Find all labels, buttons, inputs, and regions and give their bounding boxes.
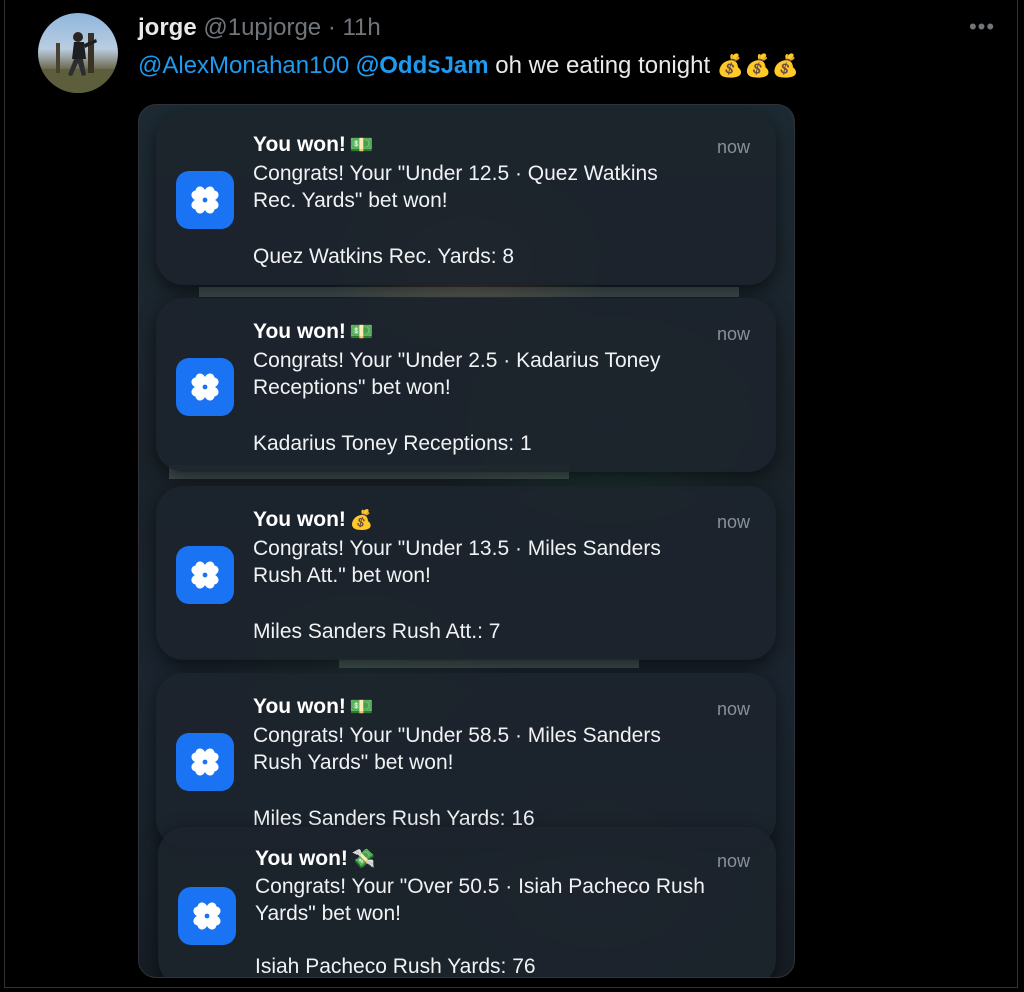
notification-body-line: Congrats! Your "Under 13.5 · Miles Sande…: [253, 537, 661, 560]
app-icon: [176, 546, 234, 604]
more-horizontal-icon[interactable]: •••: [967, 14, 997, 44]
notification-body-line: Rec. Yards" bet won!: [253, 189, 448, 212]
tweet-media-image[interactable]: You won! 💵 now Congrats! Your "Under 12.5…: [138, 104, 795, 978]
notification-time: now: [716, 699, 750, 719]
display-name[interactable]: jorge: [138, 14, 197, 41]
notification-time: now: [716, 137, 750, 157]
app-icon: [178, 887, 236, 945]
user-handle[interactable]: @1upjorge: [203, 14, 321, 41]
tweet-container: jorge @1upjorge · 11h ••• @AlexMonahan10…: [4, 0, 1018, 988]
notification-body: Congrats! Your "Under 12.5 · Quez Watkin…: [253, 160, 723, 214]
money-bag-emojis: 💰💰💰: [716, 53, 799, 78]
notification-time: now: [716, 512, 750, 532]
mention-alexmonahan[interactable]: @AlexMonahan100: [138, 52, 349, 79]
clover-icon: [191, 373, 219, 401]
notification-title: You won! 💵: [253, 320, 374, 344]
app-icon: [176, 171, 234, 229]
money-bag-emoji: 💰: [349, 510, 374, 531]
separator-dot: ·: [327, 14, 336, 41]
notification-result: Isiah Pacheco Rush Yards: 76: [255, 955, 536, 978]
notification-body: Congrats! Your "Under 58.5 · Miles Sande…: [253, 722, 723, 776]
notification-body: Congrats! Your "Under 2.5 · Kadarius Ton…: [253, 347, 723, 401]
notification-card[interactable]: You won! 💸 now Congrats! Your "Over 50.5 …: [158, 827, 776, 978]
notification-title-text: You won!: [253, 320, 346, 343]
tweet-body-text: oh we eating tonight: [495, 52, 711, 79]
notification-title-text: You won!: [253, 695, 346, 718]
tweet-text: @AlexMonahan100 @OddsJam oh we eating to…: [138, 52, 799, 80]
notification-body-line: Rush Att." bet won!: [253, 564, 431, 587]
notification-body-line: Congrats! Your "Over 50.5 · Isiah Pachec…: [255, 875, 705, 898]
notification-time: now: [716, 851, 750, 871]
app-icon: [176, 733, 234, 791]
notification-card[interactable]: You won! 💵 now Congrats! Your "Under 12.5…: [156, 111, 776, 285]
clover-icon: [191, 186, 219, 214]
avatar-photo-icon: [38, 32, 118, 93]
clover-icon: [193, 902, 221, 930]
app-icon: [176, 358, 234, 416]
notification-title-text: You won!: [253, 133, 346, 156]
notification-card[interactable]: You won! 💰 now Congrats! Your "Under 13.5…: [156, 486, 776, 660]
notification-body-line: Receptions" bet won!: [253, 376, 451, 399]
notification-title-text: You won!: [253, 508, 346, 531]
notification-title: You won! 💸: [255, 847, 376, 871]
notification-title-text: You won!: [255, 847, 348, 870]
tweet-header: jorge @1upjorge · 11h: [138, 14, 381, 42]
background-stripe: [199, 287, 739, 297]
mention-oddsjam[interactable]: @OddsJam: [356, 52, 489, 79]
clover-icon: [191, 561, 219, 589]
notification-result: Quez Watkins Rec. Yards: 8: [253, 245, 515, 268]
notification-body-line: Congrats! Your "Under 2.5 · Kadarius Ton…: [253, 349, 661, 372]
notification-title: You won! 💵: [253, 133, 374, 157]
avatar[interactable]: [38, 13, 118, 93]
notification-body-line: Rush Yards" bet won!: [253, 751, 454, 774]
notification-result: Miles Sanders Rush Att.: 7: [253, 620, 501, 643]
notification-body: Congrats! Your "Over 50.5 · Isiah Pachec…: [255, 873, 755, 927]
notification-result: Kadarius Toney Receptions: 1: [253, 432, 532, 455]
money-wings-emoji: 💸: [351, 849, 376, 870]
dollar-bill-emoji: 💵: [349, 135, 374, 156]
notification-title: You won! 💰: [253, 508, 374, 532]
notification-body-line: Yards" bet won!: [255, 902, 401, 925]
clover-icon: [191, 748, 219, 776]
notification-title: You won! 💵: [253, 695, 374, 719]
notification-card[interactable]: You won! 💵 now Congrats! Your "Under 2.5 …: [156, 298, 776, 472]
dollar-bill-emoji: 💵: [349, 322, 374, 343]
notification-card[interactable]: You won! 💵 now Congrats! Your "Under 58.5…: [156, 673, 776, 847]
notification-body: Congrats! Your "Under 13.5 · Miles Sande…: [253, 535, 723, 589]
notification-body-line: Congrats! Your "Under 58.5 · Miles Sande…: [253, 724, 661, 747]
dollar-bill-emoji: 💵: [349, 697, 374, 718]
notification-body-line: Congrats! Your "Under 12.5 · Quez Watkin…: [253, 162, 658, 185]
tweet-timestamp[interactable]: 11h: [342, 14, 380, 41]
notification-time: now: [716, 324, 750, 344]
